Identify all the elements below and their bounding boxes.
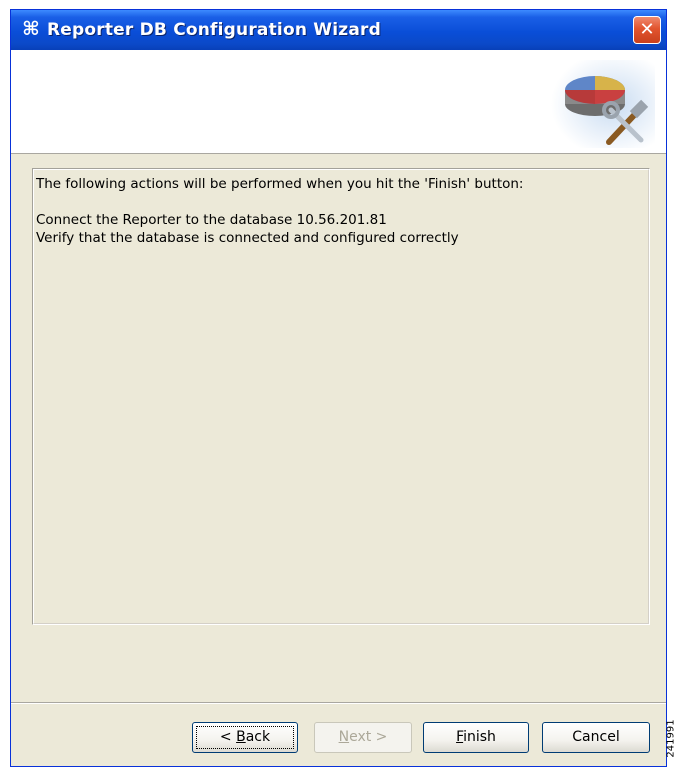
action-connect-text: Connect the Reporter to the database 10.… xyxy=(36,212,387,228)
database-tools-icon xyxy=(551,60,655,148)
wizard-window: ⌘ Reporter DB Configuration Wizard ✕ The… xyxy=(10,9,667,767)
summary-panel-inner: The following actions will be performed … xyxy=(33,169,649,624)
finish-button-label: inish xyxy=(463,729,496,745)
app-icon: ⌘ xyxy=(22,18,40,40)
window-title: Reporter DB Configuration Wizard xyxy=(47,20,381,40)
next-button[interactable]: Next > xyxy=(314,722,412,753)
summary-panel: The following actions will be performed … xyxy=(32,168,650,625)
wizard-banner xyxy=(11,50,666,154)
close-icon: ✕ xyxy=(639,19,655,40)
next-button-mnemonic: N xyxy=(338,729,350,745)
button-separator xyxy=(11,702,666,704)
title-bar[interactable]: ⌘ Reporter DB Configuration Wizard ✕ xyxy=(11,10,666,50)
summary-intro-text: The following actions will be performed … xyxy=(36,176,524,192)
figure-id-label: 241991 xyxy=(666,714,682,764)
cancel-button[interactable]: Cancel xyxy=(542,722,650,753)
close-button[interactable]: ✕ xyxy=(633,16,661,44)
back-button[interactable]: < Back xyxy=(192,722,298,753)
action-verify-text: Verify that the database is connected an… xyxy=(36,230,459,246)
next-button-label: ext > xyxy=(349,729,388,745)
focus-rectangle xyxy=(196,726,294,749)
cancel-button-label: Cancel xyxy=(572,729,620,745)
figure-id-text: 241991 xyxy=(665,719,677,758)
finish-button[interactable]: Finish xyxy=(423,722,529,753)
